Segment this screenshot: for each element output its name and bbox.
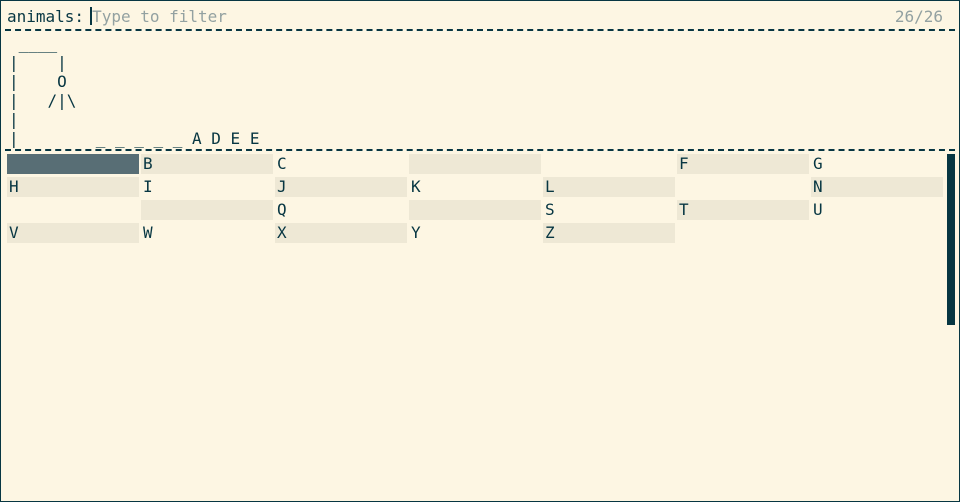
- match-count: 26/26: [894, 7, 943, 26]
- letter-option[interactable]: [141, 200, 273, 220]
- letter-option[interactable]: C: [275, 154, 407, 174]
- filter-prompt: animals:: [7, 6, 943, 28]
- letter-option[interactable]: W: [141, 223, 273, 243]
- letter-option[interactable]: X: [275, 223, 407, 243]
- gallows-line: |: [9, 110, 19, 129]
- letter-option-selected[interactable]: [7, 154, 139, 174]
- letter-option[interactable]: Q: [275, 200, 407, 220]
- filter-input[interactable]: [92, 7, 393, 26]
- letter-option[interactable]: V: [7, 223, 139, 243]
- letter-option[interactable]: B: [141, 154, 273, 174]
- letter-option[interactable]: F: [677, 154, 809, 174]
- letter-option[interactable]: J: [275, 177, 407, 197]
- letter-option[interactable]: G: [811, 154, 943, 174]
- letter-option[interactable]: [7, 200, 139, 220]
- letter-option[interactable]: K: [409, 177, 541, 197]
- letter-option[interactable]: [677, 177, 809, 197]
- letter-option[interactable]: N: [811, 177, 943, 197]
- letter-option[interactable]: Y: [409, 223, 541, 243]
- letter-option[interactable]: H: [7, 177, 139, 197]
- letter-option[interactable]: [409, 154, 541, 174]
- header-divider: [5, 29, 955, 31]
- gallows-line: ____: [9, 34, 58, 53]
- preview-divider: [5, 149, 955, 151]
- gallows-line: | O: [9, 72, 67, 91]
- letter-option[interactable]: Z: [543, 223, 675, 243]
- gallows-line: | |: [9, 53, 67, 72]
- letter-option[interactable]: T: [677, 200, 809, 220]
- letter-option[interactable]: [543, 154, 675, 174]
- terminal-window: animals: 26/26 ____ | | | O | /|\ | | _ …: [0, 0, 960, 502]
- letter-option[interactable]: L: [543, 177, 675, 197]
- prompt-label: animals:: [7, 7, 85, 26]
- letter-option[interactable]: U: [811, 200, 943, 220]
- letter-option[interactable]: [409, 200, 541, 220]
- word-progress-line: | _ _ _ _ _ A D E E: [9, 129, 260, 148]
- letter-list: BC FG HIJKL N Q STU VWXYZ: [7, 154, 943, 243]
- hangman-drawing: ____ | | | O | /|\ | | _ _ _ _ _ A D E E: [9, 34, 259, 148]
- letter-option[interactable]: I: [141, 177, 273, 197]
- letter-option[interactable]: S: [543, 200, 675, 220]
- gallows-line: | /|\: [9, 91, 77, 110]
- scrollbar[interactable]: [947, 154, 955, 325]
